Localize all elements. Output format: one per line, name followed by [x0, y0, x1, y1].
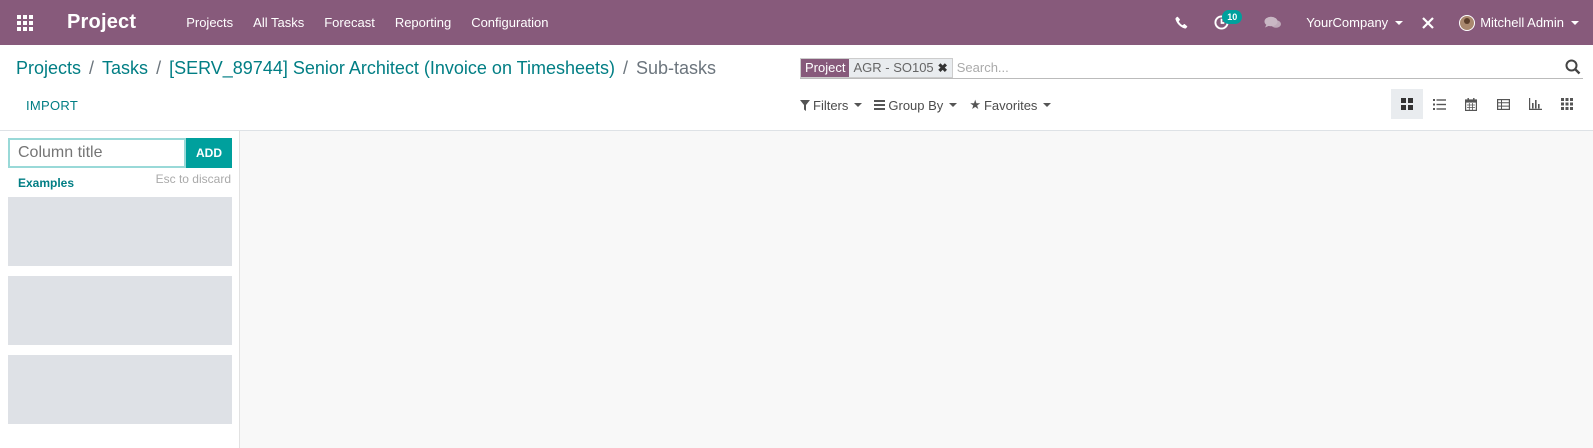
column-quick-create: ADD Examples Esc to discard [0, 131, 240, 448]
favorites-label: Favorites [983, 97, 1038, 113]
search-icon [1565, 59, 1581, 74]
facet-value-wrapper: AGR - SO105 ✖ [849, 58, 952, 77]
systray: 10 YourCompany Mitchell Admin [1161, 0, 1593, 45]
table-icon [1496, 98, 1510, 110]
favorites-button[interactable]: ★ Favorites [969, 97, 1052, 113]
user-name: Mitchell Admin [1480, 15, 1564, 30]
menu-configuration[interactable]: Configuration [461, 0, 558, 45]
breadcrumb-current: Sub-tasks [636, 58, 717, 78]
list-icon [1432, 98, 1446, 110]
ghost-column-placeholder [8, 276, 232, 345]
graph-view-button[interactable] [1519, 89, 1551, 119]
kanban-icon [1401, 98, 1413, 110]
phone-icon [1175, 16, 1188, 29]
group-by-label: Group By [888, 97, 944, 113]
filter-icon [800, 99, 810, 111]
tools-icon [1422, 16, 1434, 29]
search-bar: Project AGR - SO105 ✖ [800, 57, 1583, 79]
column-title-input[interactable] [8, 138, 186, 168]
chat-icon [1264, 16, 1282, 28]
group-by-button[interactable]: Group By [874, 97, 958, 113]
phone-button[interactable] [1161, 0, 1202, 45]
facet-category: Project [801, 58, 850, 77]
calendar-view-button[interactable] [1455, 89, 1487, 119]
app-brand[interactable]: Project [67, 11, 136, 34]
debug-tools-button[interactable] [1413, 0, 1447, 45]
close-icon[interactable]: ✖ [938, 59, 948, 77]
control-panel: Projects / Tasks / [SERV_89744] Senior A… [0, 45, 1593, 131]
chevron-down-icon [1571, 20, 1579, 25]
top-navbar: Project Projects All Tasks Forecast Repo… [0, 0, 1593, 45]
breadcrumb-separator: / [622, 58, 628, 78]
discard-hint: Esc to discard [155, 172, 231, 186]
pivot-view-button[interactable] [1487, 89, 1519, 119]
grid-view-button[interactable] [1551, 89, 1583, 119]
activity-badge: 10 [1222, 10, 1243, 24]
import-button[interactable]: IMPORT [26, 98, 78, 113]
list-view-button[interactable] [1423, 89, 1455, 119]
chevron-down-icon [1043, 103, 1052, 107]
avatar [1459, 14, 1476, 31]
view-switcher [1391, 89, 1583, 119]
search-options: Filters Group By ★ Favorites [800, 97, 1063, 113]
chevron-down-icon [854, 103, 863, 107]
menu-forecast[interactable]: Forecast [314, 0, 385, 45]
kanban-view-button[interactable] [1391, 89, 1423, 119]
messaging-button[interactable] [1254, 0, 1296, 45]
breadcrumb-separator: / [89, 58, 95, 78]
filters-label: Filters [813, 97, 849, 113]
examples-link[interactable]: Examples [18, 176, 74, 190]
breadcrumb-projects[interactable]: Projects [16, 58, 81, 79]
menu-reporting[interactable]: Reporting [385, 0, 461, 45]
add-column-button[interactable]: ADD [186, 138, 232, 168]
breadcrumb-separator: / [156, 58, 162, 78]
facet-value: AGR - SO105 [853, 59, 934, 75]
bars-icon [874, 100, 886, 110]
menu-projects[interactable]: Projects [176, 0, 243, 45]
ghost-column-placeholder [8, 197, 232, 266]
main-menu: Projects All Tasks Forecast Reporting Co… [176, 0, 558, 45]
activity-button[interactable]: 10 [1202, 0, 1254, 45]
app-menu-button[interactable] [0, 0, 50, 45]
chevron-down-icon [949, 103, 958, 107]
filters-button[interactable]: Filters [800, 97, 863, 113]
user-menu[interactable]: Mitchell Admin [1447, 0, 1593, 45]
chevron-down-icon [1395, 20, 1404, 25]
breadcrumb: Projects / Tasks / [SERV_89744] Senior A… [16, 58, 716, 79]
breadcrumb-tasks[interactable]: Tasks [102, 58, 148, 79]
search-facet: Project AGR - SO105 ✖ [800, 57, 953, 78]
search-input[interactable] [956, 57, 1565, 78]
search-button[interactable] [1565, 59, 1583, 77]
breadcrumb-task[interactable]: [SERV_89744] Senior Architect (Invoice o… [169, 58, 615, 79]
star-icon: ★ [969, 97, 981, 112]
ghost-column-placeholder [8, 355, 232, 424]
company-switcher[interactable]: YourCompany [1296, 0, 1413, 45]
apps-grid-icon [17, 14, 33, 31]
graph-icon [1528, 98, 1542, 110]
kanban-view: ADD Examples Esc to discard [0, 131, 1593, 448]
grid-icon [1561, 98, 1573, 110]
calendar-icon [1465, 97, 1477, 111]
menu-all-tasks[interactable]: All Tasks [243, 0, 314, 45]
company-name: YourCompany [1306, 15, 1389, 30]
